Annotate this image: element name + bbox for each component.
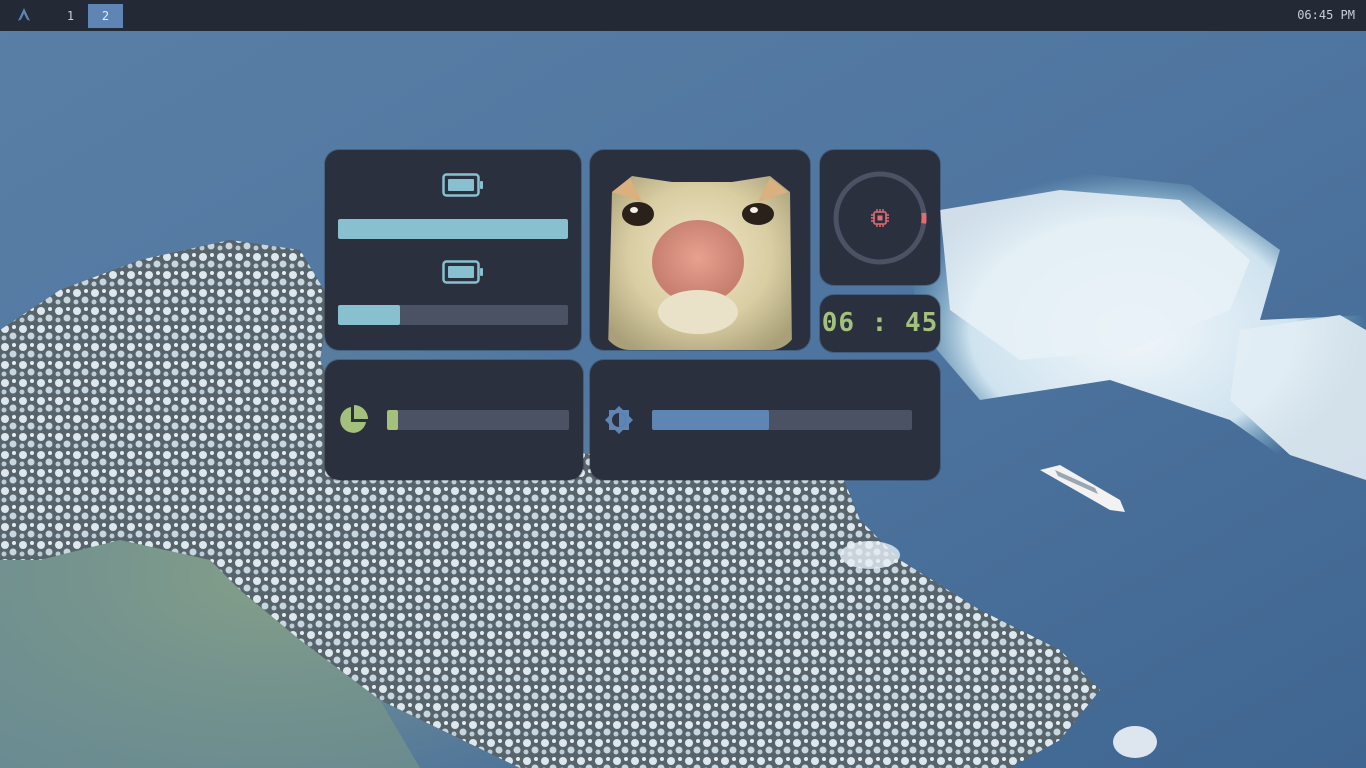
cat-face-photo <box>602 162 798 350</box>
disk-usage-bar <box>387 410 569 430</box>
battery-bar-1 <box>338 219 568 239</box>
brightness-widget <box>590 360 940 480</box>
brightness-icon <box>605 406 633 434</box>
panel-clock: 06:45 PM <box>1297 8 1355 22</box>
arch-logo-icon[interactable] <box>15 6 33 24</box>
top-panel: 1 2 06:45 PM <box>0 0 1366 31</box>
cpu-chip-icon <box>871 209 889 227</box>
cpu-usage-ring <box>833 171 927 265</box>
brightness-slider-fill <box>652 410 769 430</box>
battery-bar-1-fill <box>338 219 568 239</box>
workspace-2[interactable]: 2 <box>88 4 123 28</box>
pie-chart-icon <box>340 405 368 433</box>
time-widget: 06 : 45 <box>820 295 940 352</box>
workspace-1[interactable]: 1 <box>53 4 88 28</box>
disk-widget <box>325 360 583 480</box>
profile-widget <box>590 150 810 350</box>
disk-usage-bar-fill <box>387 410 398 430</box>
battery-bar-2-fill <box>338 305 401 325</box>
battery-bar-2 <box>338 305 568 325</box>
brightness-slider[interactable] <box>652 410 912 430</box>
battery-icon <box>442 260 483 284</box>
battery-widget <box>325 150 581 350</box>
cpu-widget <box>820 150 940 285</box>
time-display: 06 : 45 <box>821 308 939 338</box>
battery-icon <box>442 173 483 197</box>
